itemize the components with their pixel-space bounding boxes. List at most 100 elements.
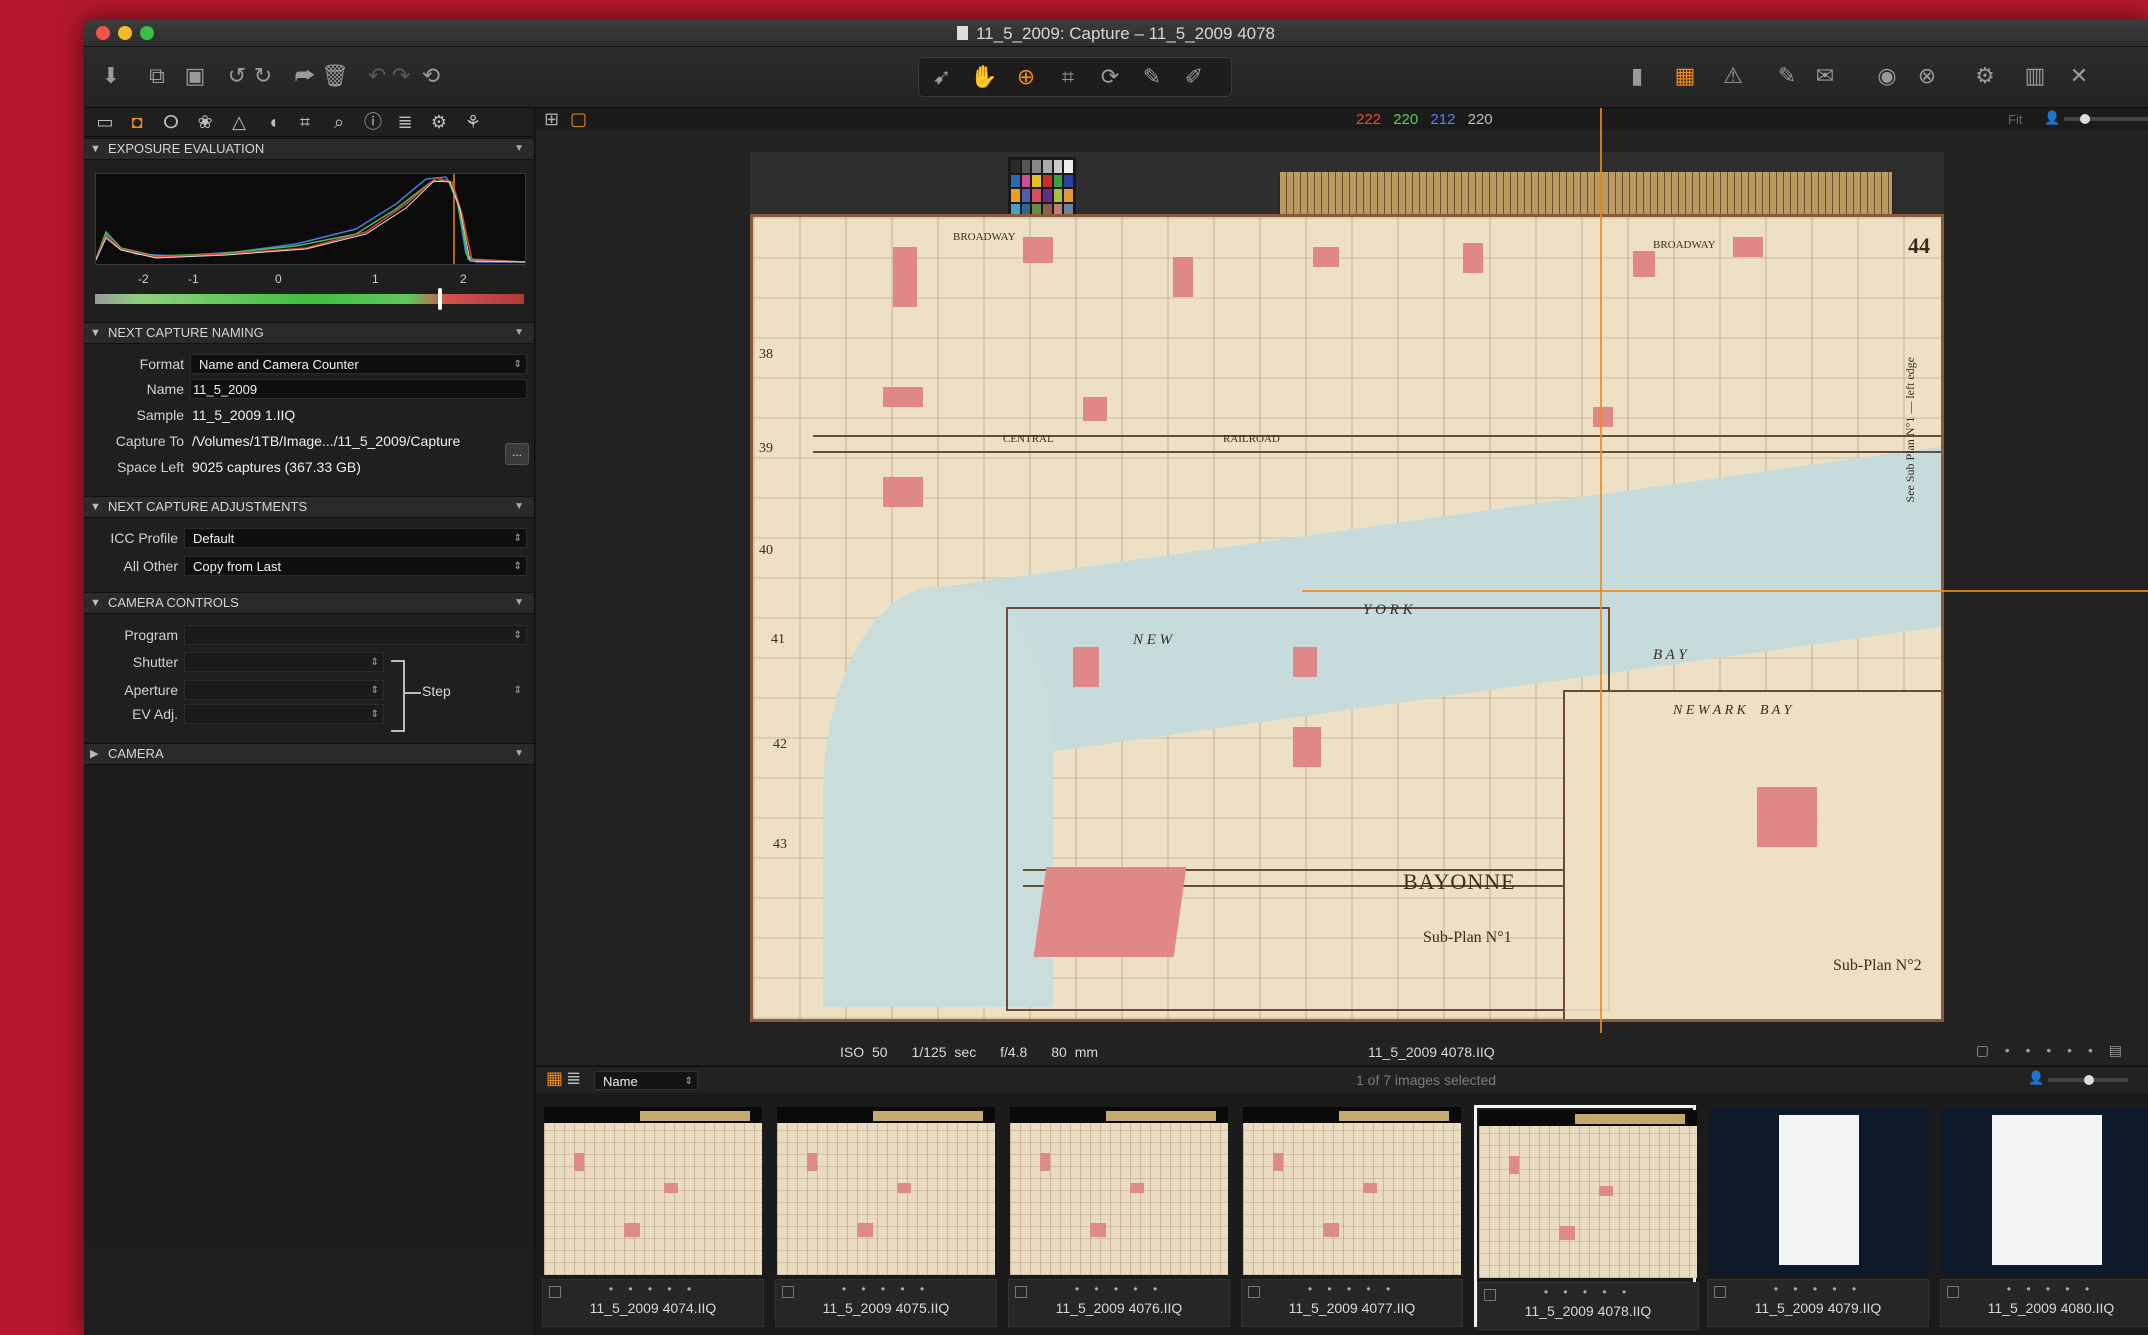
thumbnail-item[interactable]: • • • • • 11_5_2009 4079.IIQ xyxy=(1707,1105,1929,1327)
section-title: EXPOSURE EVALUATION xyxy=(108,141,265,156)
zoom-slider[interactable] xyxy=(2064,114,2148,124)
section-menu-icon[interactable]: ▼ xyxy=(514,744,524,764)
format-label: Format xyxy=(139,356,184,372)
folder-tab-icon[interactable]: ▭ xyxy=(92,110,118,134)
styles-tab-icon[interactable]: ⚘ xyxy=(460,110,486,134)
thumbnail-size-slider[interactable] xyxy=(2048,1075,2128,1085)
image-viewer[interactable]: ⊞ ▢ 222 220 212 220 Fit 👤 BROADWAY BROAD… xyxy=(536,108,2148,1065)
thumbnail-rating-dots[interactable]: • • • • • xyxy=(1478,1285,1698,1299)
grid-view-icon[interactable]: ⊞ xyxy=(544,109,559,130)
move-to-icon[interactable]: ⮫ xyxy=(290,61,320,91)
camera-controls-header[interactable]: ▼ CAMERA CONTROLS ▼ xyxy=(84,592,534,614)
info-tab-icon[interactable]: ⓘ xyxy=(360,110,386,134)
bracket-connector xyxy=(403,692,421,694)
close-x-icon[interactable]: ✕ xyxy=(2064,61,2094,91)
thumbnail-map-image xyxy=(1010,1123,1228,1275)
color-checker-target xyxy=(1008,157,1076,219)
warning-icon[interactable]: ⚠ xyxy=(1718,61,1748,91)
crosshair-vertical xyxy=(1600,108,1602,1033)
zoom-slider-knob[interactable] xyxy=(2080,114,2090,124)
zoom-icon[interactable]: ⊕ xyxy=(1011,62,1041,92)
hand-pan-icon[interactable]: ✋ xyxy=(969,62,999,92)
name-input[interactable]: 11_5_2009 xyxy=(190,379,527,399)
rating-dots[interactable]: ▢ • • • • • ▤ xyxy=(1976,1042,2128,1059)
thumbnail-item[interactable]: • • • • • 11_5_2009 4080.IIQ xyxy=(1940,1105,2148,1327)
list-tab-icon[interactable]: ≣ xyxy=(392,110,418,134)
thumbnail-item[interactable]: • • • • • 11_5_2009 4077.IIQ xyxy=(1241,1105,1463,1327)
thumbnail-view-icon[interactable]: ▦ xyxy=(546,1068,563,1089)
histogram-graph xyxy=(95,174,526,264)
map-label: B A Y xyxy=(1653,647,1687,663)
single-image-view-icon[interactable]: ▢ xyxy=(570,109,587,130)
next-capture-naming-header[interactable]: ▼ NEXT CAPTURE NAMING ▼ xyxy=(84,322,534,344)
aperture-select[interactable]: ⇕ xyxy=(184,680,384,700)
search-tab-icon[interactable]: ⵔ xyxy=(158,110,184,134)
process-icon[interactable]: ✉ xyxy=(1810,61,1840,91)
magnify-tab-icon[interactable]: ⌕ xyxy=(326,110,352,134)
thumbnail-item[interactable]: • • • • • 11_5_2009 4076.IIQ xyxy=(1008,1105,1230,1327)
disclosure-open-icon: ▼ xyxy=(90,501,101,513)
section-menu-icon[interactable]: ▼ xyxy=(514,139,524,159)
list-view-icon[interactable]: ≣ xyxy=(566,1068,581,1089)
section-menu-icon[interactable]: ▼ xyxy=(514,323,524,343)
icc-profile-select[interactable]: Default ⇕ xyxy=(184,528,527,548)
settings-tab-icon[interactable]: ⚙ xyxy=(426,110,452,134)
rotate-icon[interactable]: ⟳ xyxy=(1095,62,1125,92)
single-view-icon[interactable]: ▮ xyxy=(1622,61,1652,91)
thumbnail-size-knob[interactable] xyxy=(2084,1075,2094,1085)
section-menu-icon[interactable]: ▼ xyxy=(514,497,524,517)
lens-tab-icon[interactable]: ◖ xyxy=(260,110,286,134)
cursor-select-icon[interactable]: ➹ xyxy=(927,62,957,92)
live-view-icon[interactable]: ▣ xyxy=(180,61,210,91)
all-other-select[interactable]: Copy from Last ⇕ xyxy=(184,556,527,576)
step-select[interactable]: ⇕ xyxy=(460,680,527,700)
import-icon[interactable]: ⬇ xyxy=(96,61,126,91)
stepper-arrows-icon: ⇕ xyxy=(513,359,522,370)
settings-icon[interactable]: ⚙ xyxy=(1970,61,2000,91)
capture-folder-browse-button[interactable]: ... xyxy=(505,443,529,465)
crop-tab-icon[interactable]: ⌗ xyxy=(292,110,318,134)
edit-icon[interactable]: ✎ xyxy=(1772,61,1802,91)
thumbnail-rating-dots[interactable]: • • • • • xyxy=(1708,1282,1928,1296)
color-picker-icon[interactable]: ✎ xyxy=(1137,62,1167,92)
shutter-select[interactable]: ⇕ xyxy=(184,652,384,672)
thumbnail-rating-dots[interactable]: • • • • • xyxy=(543,1282,763,1296)
workspace-icon[interactable]: ▥ xyxy=(2020,61,2050,91)
thumbnail-rating-dots[interactable]: • • • • • xyxy=(1009,1282,1229,1296)
thumbnail-filename: 11_5_2009 4079.IIQ xyxy=(1754,1300,1882,1316)
map-building xyxy=(1633,251,1655,277)
redo-icon[interactable]: ↷ xyxy=(386,61,416,91)
trash-icon[interactable]: 🗑 xyxy=(320,61,350,91)
capture-icon[interactable]: ⧉ xyxy=(142,61,172,91)
sort-by-select[interactable]: Name ⇕ xyxy=(594,1071,698,1090)
annotate-icon[interactable]: ✐ xyxy=(1179,62,1209,92)
ev-adjust-select[interactable]: ⇕ xyxy=(184,704,384,724)
thumbnail-rating-dots[interactable]: • • • • • xyxy=(1941,1282,2148,1296)
thumbnail-document-image xyxy=(1992,1115,2102,1265)
program-select[interactable]: ⇕ xyxy=(184,625,527,645)
thumbnail-rating-dots[interactable]: • • • • • xyxy=(1242,1282,1462,1296)
exposure-tab-icon[interactable]: △ xyxy=(226,110,252,134)
color-tab-icon[interactable]: ❀ xyxy=(192,110,218,134)
section-menu-icon[interactable]: ▼ xyxy=(514,593,524,613)
thumbnail-rating-dots[interactable]: • • • • • xyxy=(776,1282,996,1296)
map-building xyxy=(1023,237,1053,263)
capture-tab-icon[interactable]: ◘ xyxy=(124,110,150,134)
grid-overlay-icon[interactable]: ▦ xyxy=(1670,61,1700,91)
sample-value: 11_5_2009 1.IIQ xyxy=(192,407,296,423)
next-capture-adjustments-header[interactable]: ▼ NEXT CAPTURE ADJUSTMENTS ▼ xyxy=(84,496,534,518)
thumbnail-caption: • • • • • 11_5_2009 4078.IIQ xyxy=(1477,1282,1699,1330)
camera-header[interactable]: ▶ CAMERA ▼ xyxy=(84,743,534,765)
crop-icon[interactable]: ⌗ xyxy=(1053,62,1083,92)
camera-icon[interactable]: ◉ xyxy=(1872,61,1902,91)
reset-icon[interactable]: ⟲ xyxy=(416,61,446,91)
clear-icon[interactable]: ⊗ xyxy=(1912,61,1942,91)
thumbnail-item[interactable]: • • • • • 11_5_2009 4074.IIQ xyxy=(542,1105,764,1327)
app-window: 11_5_2009: Capture – 11_5_2009 4078 ⬇ ⧉ … xyxy=(84,20,2148,1335)
format-select[interactable]: Name and Camera Counter ⇕ xyxy=(190,354,527,374)
capture-to-value: /Volumes/1TB/Image.../11_5_2009/Capture xyxy=(192,433,461,449)
thumbnail-item[interactable]: • • • • • 11_5_2009 4078.IIQ xyxy=(1474,1105,1699,1330)
rotate-right-icon[interactable]: ↻ xyxy=(248,61,278,91)
exposure-evaluation-header[interactable]: ▼ EXPOSURE EVALUATION ▼ xyxy=(84,138,534,160)
thumbnail-item[interactable]: • • • • • 11_5_2009 4075.IIQ xyxy=(775,1105,997,1327)
